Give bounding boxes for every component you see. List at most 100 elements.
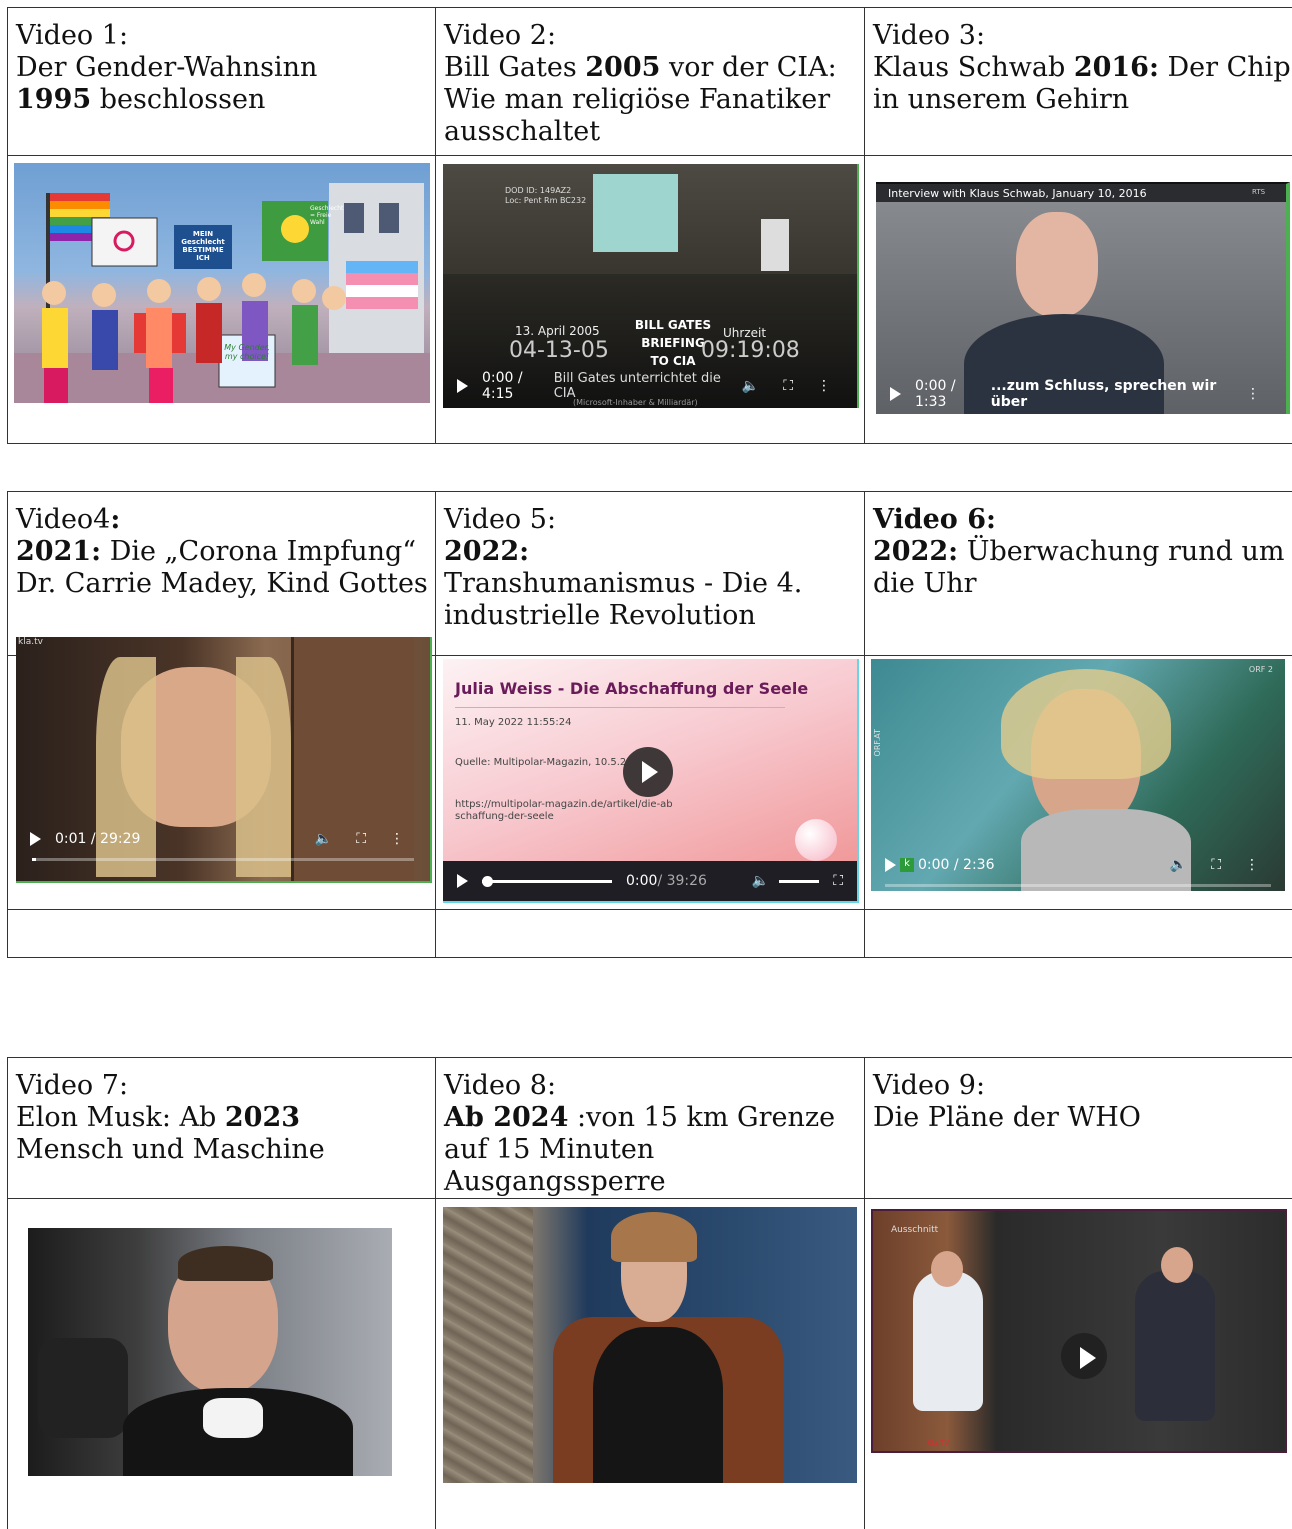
video-table-3: Video 7: Elon Musk: Ab 2023 Mensch und M… [7,1057,1292,1529]
video-table-2: Video4: 2021: Die „Corona Impfung“ Dr. C… [7,491,1292,958]
white-bow [203,1398,263,1438]
video-6-thumbnail[interactable]: ORF 2 ORF.AT k 0:00 / 2:36 🔈 ⛶ ⋮ [871,659,1285,891]
video-8-header: Video 8: Ab 2024 :von 15 km Grenze auf 1… [436,1058,865,1199]
video-1-header: Video 1: Der Gender-Wahnsinn 1995 beschl… [8,8,436,156]
video-5-thumbnail[interactable]: Julia Weiss - Die Abschaffung der Seele … [443,659,859,903]
video-5-time-current: 0:00 [626,873,657,889]
video-4-header: Video4: 2021: Die „Corona Impfung“ Dr. C… [8,492,436,656]
video-7-label: Video 7: [16,1070,435,1102]
ausschnitt-label: Ausschnitt [891,1225,938,1235]
play-icon[interactable] [457,379,468,393]
video-3-top-caption: Interview with Klaus Schwab, January 10,… [888,187,1147,200]
sign-text-1: MEIN Geschlecht BESTIMME ICH [176,230,230,262]
video-5-header: Video 5: 2022: Transhumanismus - Die 4. … [436,492,865,656]
fullscreen-icon[interactable]: ⛶ [783,378,793,394]
orf-side-label: ORF.AT [873,729,882,756]
video-1-year: 1995 [16,84,91,115]
video-6-controls: k 0:00 / 2:36 🔈 ⛶ ⋮ [871,843,1285,887]
video-7-thumbnail[interactable] [28,1228,392,1476]
video-3-label: Video 3: [873,20,1292,52]
volume-icon[interactable]: 🔈 [315,831,332,847]
volume-icon[interactable]: 🔈 [1170,857,1187,873]
video-5-date: 11. May 2022 11:55:24 [455,717,571,728]
more-menu-icon[interactable]: ⋮ [1245,857,1259,873]
video-2-subtitle-2: (Microsoft-Inhaber & Milliardär) [573,398,698,407]
video-5-overlay-title: Julia Weiss - Die Abschaffung der Seele [455,679,808,698]
camera [38,1338,128,1438]
video-4-progress-track[interactable] [32,858,414,861]
video-2-subtitle: Bill Gates unterrichtet die CIA [554,371,730,401]
play-icon[interactable] [457,874,468,888]
orf-logo: ORF 2 [1249,665,1273,674]
video-2-cell: DOD ID: 149AZ2 Loc: Pent Rm BC232 13. Ap… [436,156,865,444]
more-menu-icon[interactable]: ⋮ [817,378,831,394]
flipchart [761,219,789,271]
video-7-cell [8,1199,436,1529]
video-2-time: 0:00 / 4:15 [482,370,552,402]
video-4-time: 0:01 / 29:29 [55,831,140,847]
video-2-header: Video 2: Bill Gates 2005 vor der CIA: Wi… [436,8,865,156]
play-button[interactable] [623,747,673,797]
fullscreen-icon[interactable]: ⛶ [356,831,366,847]
video-4-cell: kla.tv 0:01 / 29:29 🔈 ⛶ ⋮ [8,656,436,910]
location: Loc: Pent Rm BC232 [505,196,586,206]
stone-wall [443,1207,533,1483]
volume-slider[interactable] [779,880,819,883]
guest-left [913,1271,983,1411]
more-menu-icon[interactable]: ⋮ [1246,386,1260,402]
video-8-cell [436,1199,865,1529]
video-5-url: https://multipolar-magazin.de/artikel/di… [455,799,675,823]
time-big: 09:19:08 [701,338,800,363]
video-1-thumbnail[interactable]: MEIN Geschlecht BESTIMME ICH Geschlecht … [14,163,430,403]
projector-screen [593,174,678,252]
video-3-time: 0:00 / 1:33 [915,378,985,410]
video-7-header: Video 7: Elon Musk: Ab 2023 Mensch und M… [8,1058,436,1199]
host-right [1135,1271,1215,1421]
video-9-header: Video 9: Die Pläne der WHO [865,1058,1292,1199]
date-big: 04-13-05 [509,338,609,363]
video-6-label: Video 6: [873,504,996,535]
video-4-controls: 0:01 / 29:29 🔈 ⛶ ⋮ [16,817,430,861]
video-3-header: Video 3: Klaus Schwab 2016: Der Chip in … [865,8,1292,156]
video-table-1: Video 1: Der Gender-Wahnsinn 1995 beschl… [7,7,1292,444]
video-3-cell: Interview with Klaus Schwab, January 10,… [865,156,1292,444]
video-6-progress-track[interactable] [885,884,1271,887]
video-8-label: Video 8: [444,1070,864,1102]
video-5-label: Video 5: [444,504,864,536]
black-top [593,1327,723,1483]
klatv-footer-logo: Kla.TV [927,1439,949,1447]
video-9-thumbnail[interactable]: Ausschnitt Kla.TV [871,1209,1287,1453]
video-5-progress-track[interactable] [482,880,612,883]
video-1-cell: MEIN Geschlecht BESTIMME ICH Geschlecht … [8,156,436,444]
video-2-thumbnail[interactable]: DOD ID: 149AZ2 Loc: Pent Rm BC232 13. Ap… [443,164,859,408]
video-4-label: Video4 [16,504,110,535]
video-2-label: Video 2: [444,20,864,52]
video-5-progress-thumb[interactable] [482,876,493,887]
video-4-thumbnail[interactable]: kla.tv 0:01 / 29:29 🔈 ⛶ ⋮ [16,637,432,883]
date-label: 13. April 2005 [515,324,600,338]
fullscreen-icon[interactable]: ⛶ [1211,857,1221,873]
volume-icon[interactable]: 🔈 [752,873,769,889]
play-button[interactable] [1061,1333,1107,1379]
video-9-label: Video 9: [873,1070,1292,1102]
video-3-subtitle: ...zum Schluss, sprechen wir über [991,378,1234,410]
more-menu-icon[interactable]: ⋮ [390,831,404,847]
play-icon[interactable] [885,858,896,872]
video-6-header: Video 6: 2022: Überwachung rund um die U… [865,492,1292,656]
sign-text-2: Geschlecht = Freie Wahl [310,205,334,226]
video-5-source: Quelle: Multipolar-Magazin, 10.5.2022 [455,757,625,768]
fullscreen-icon[interactable]: ⛶ [833,873,843,889]
dod-id: DOD ID: 149AZ2 [505,186,586,196]
play-icon[interactable] [30,832,41,846]
klatv-logo: kla.tv [18,637,43,647]
video-5-time-total: / 39:26 [657,873,707,889]
video-3-thumbnail[interactable]: Interview with Klaus Schwab, January 10,… [876,182,1290,414]
klaus-schwab-face [1016,212,1098,317]
volume-icon[interactable]: 🔈 [742,378,759,394]
video-6-time: 0:00 / 2:36 [918,857,995,873]
video-8-thumbnail[interactable] [443,1207,857,1483]
video-4-progress-fill [32,858,36,861]
play-icon[interactable] [890,387,901,401]
video-5-controls: 0:00 / 39:26 🔈 ⛶ [443,861,857,901]
k-badge-icon: k [900,858,914,872]
